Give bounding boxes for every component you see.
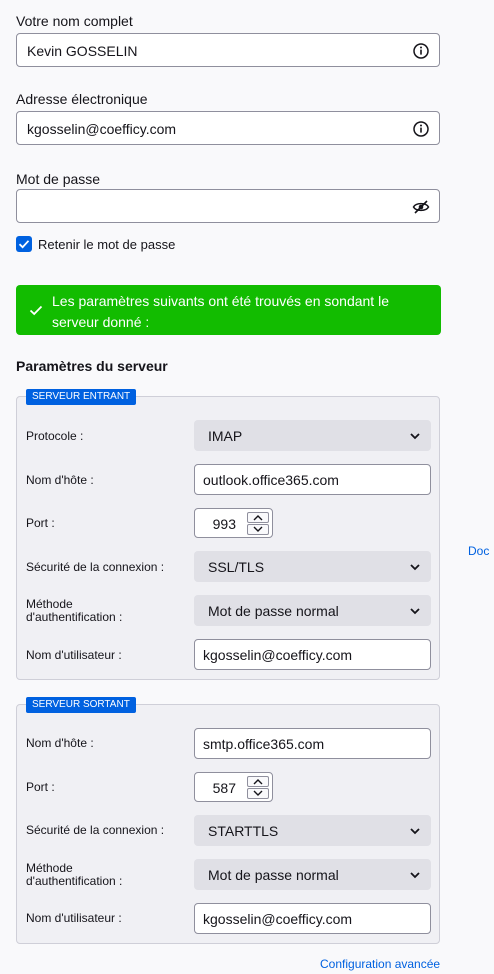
chevron-down-icon <box>410 872 420 879</box>
check-icon <box>29 305 43 316</box>
outgoing-security-value: STARTTLS <box>208 823 279 839</box>
outgoing-hostname-label: Nom d'hôte : <box>26 736 94 750</box>
outgoing-username-label: Nom d'utilisateur : <box>26 911 122 925</box>
chevron-down-icon <box>410 564 420 571</box>
remember-password-label[interactable]: Retenir le mot de passe <box>38 237 175 252</box>
incoming-username-value: kgosselin@coefficy.com <box>203 647 353 663</box>
incoming-auth-value: Mot de passe normal <box>208 603 339 619</box>
outgoing-username-input[interactable]: kgosselin@coefficy.com <box>194 903 431 934</box>
outgoing-auth-value: Mot de passe normal <box>208 867 339 883</box>
incoming-auth-label: Méthode d'authentification : <box>26 598 122 624</box>
outgoing-username-value: kgosselin@coefficy.com <box>203 911 353 927</box>
incoming-hostname-label: Nom d'hôte : <box>26 473 94 487</box>
incoming-username-input[interactable]: kgosselin@coefficy.com <box>194 639 431 670</box>
info-icon[interactable] <box>412 120 430 138</box>
outgoing-hostname-input[interactable]: smtp.office365.com <box>194 728 431 759</box>
incoming-port-label: Port : <box>26 516 55 530</box>
incoming-security-value: SSL/TLS <box>208 559 265 575</box>
eye-slash-icon[interactable] <box>412 198 430 216</box>
incoming-auth-select[interactable]: Mot de passe normal <box>194 595 431 626</box>
name-field-value: Kevin GOSSELIN <box>27 43 138 59</box>
spinner-up-icon[interactable] <box>247 512 269 523</box>
outgoing-auth-label: Méthode d'authentification : <box>26 862 122 888</box>
outgoing-security-label: Sécurité de la connexion : <box>26 823 165 837</box>
info-icon[interactable] <box>412 42 430 60</box>
email-field-value: kgosselin@coefficy.com <box>27 121 177 137</box>
name-field[interactable]: Kevin GOSSELIN <box>16 33 440 67</box>
outgoing-server-tag: SERVEUR SORTANT <box>26 697 136 713</box>
outgoing-port-value: 587 <box>212 780 236 796</box>
email-field[interactable]: kgosselin@coefficy.com <box>16 111 440 145</box>
incoming-hostname-input[interactable]: outlook.office365.com <box>194 464 431 495</box>
remember-password-checkbox[interactable] <box>16 236 32 252</box>
outgoing-auth-label-line2: d'authentification : <box>26 874 123 888</box>
advanced-configuration-link[interactable]: Configuration avancée <box>320 957 440 971</box>
documentation-link[interactable]: Doc <box>468 544 489 558</box>
outgoing-port-label: Port : <box>26 780 55 794</box>
outgoing-security-select[interactable]: STARTTLS <box>194 815 431 846</box>
incoming-hostname-value: outlook.office365.com <box>203 472 339 488</box>
incoming-server-tag: SERVEUR ENTRANT <box>26 389 137 405</box>
incoming-username-label: Nom d'utilisateur : <box>26 648 122 662</box>
email-label: Adresse électronique <box>16 91 148 107</box>
chevron-down-icon <box>410 433 420 440</box>
incoming-protocol-select[interactable]: IMAP <box>194 420 431 451</box>
spinner-down-icon[interactable] <box>247 788 269 799</box>
chevron-down-icon <box>410 828 420 835</box>
incoming-port-input[interactable]: 993 <box>194 508 273 538</box>
spinner-up-icon[interactable] <box>247 776 269 787</box>
outgoing-auth-select[interactable]: Mot de passe normal <box>194 859 431 890</box>
banner-message: Les paramètres suivants ont été trouvés … <box>52 293 389 330</box>
name-label: Votre nom complet <box>16 13 133 29</box>
incoming-security-select[interactable]: SSL/TLS <box>194 551 431 582</box>
incoming-port-value: 993 <box>212 516 236 532</box>
incoming-protocol-label: Protocole : <box>26 429 84 443</box>
password-label: Mot de passe <box>16 171 101 187</box>
success-banner: Les paramètres suivants ont été trouvés … <box>16 285 441 335</box>
incoming-auth-label-line2: d'authentification : <box>26 610 123 624</box>
chevron-down-icon <box>410 608 420 615</box>
outgoing-port-input[interactable]: 587 <box>194 772 273 802</box>
outgoing-hostname-value: smtp.office365.com <box>203 736 325 752</box>
check-icon <box>18 240 30 249</box>
incoming-security-label: Sécurité de la connexion : <box>26 560 165 574</box>
password-field[interactable] <box>16 189 440 223</box>
incoming-protocol-value: IMAP <box>208 428 243 444</box>
spinner-down-icon[interactable] <box>247 524 269 535</box>
server-settings-title: Paramètres du serveur <box>16 358 168 374</box>
